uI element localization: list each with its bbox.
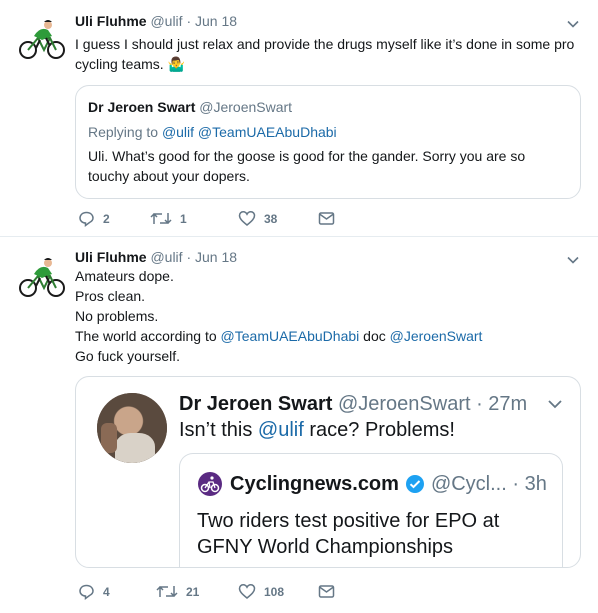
tweet-1[interactable]: Uli Fluhme @ulif · Jun 18 I guess I shou… [0,0,598,236]
tweet-text-line: The world according to @TeamUAEAbuDhabi … [75,326,575,346]
nested-author-name: Cyclingnews.com [230,473,399,495]
author-name[interactable]: Uli Fluhme [75,249,147,265]
author-name[interactable]: Uli Fluhme [75,13,147,29]
dm-icon [318,212,335,225]
quote-text-line: Uli. What’s good for the goose is good f… [88,148,526,164]
dm-button[interactable] [318,210,335,227]
like-count: 38 [264,211,278,226]
cyclingnews-logo[interactable] [197,471,223,497]
quote-author-name: Dr Jeroen Swart [179,393,333,415]
text-fragment: The world according to [75,328,221,344]
author-handle-time[interactable]: @ulif · Jun 18 [150,249,237,265]
retweet-button[interactable]: 21 [156,583,199,600]
quote-header: Dr Jeroen Swart @JeroenSwart [88,98,292,116]
like-button[interactable]: 108 [238,583,284,600]
nested-author-meta: @Cycl... · 3h [430,473,547,495]
mention-link[interactable]: @JeroenSwart [390,328,483,344]
retweet-icon [156,585,178,598]
tweet-actions: 4 21 108 [78,583,348,603]
tweet-header: Uli Fluhme @ulif · Jun 18 [75,12,237,30]
tweet-2[interactable]: Uli Fluhme @ulif · Jun 18 Amateurs dope.… [0,237,598,613]
tweet-text: I guess I should just relax and provide … [75,34,585,74]
verified-badge-icon [405,475,424,493]
mention-link[interactable]: @ulif [258,419,304,441]
chevron-down-icon[interactable] [566,17,580,31]
tweet-text-line: Pros clean. [75,288,146,304]
quote-author-name: Dr Jeroen Swart [88,99,196,115]
replying-to-handles[interactable]: @ulif @TeamUAEAbuDhabi [162,124,337,140]
retweet-count: 21 [186,584,200,599]
retweet-button[interactable]: 1 [150,210,187,227]
like-icon [238,211,256,226]
text-fragment: race? Problems! [303,419,455,441]
quote-author-handle: @JeroenSwart [199,99,293,115]
text-fragment: doc [359,328,390,344]
quoted-tweet[interactable]: Dr Jeroen Swart @JeroenSwart Replying to… [75,85,581,199]
quote-text-line: touchy about your dopers. [88,168,250,184]
reply-count: 4 [103,584,110,599]
text-fragment: Isn’t this [179,419,258,441]
tweet-header: Uli Fluhme @ulif · Jun 18 [75,248,237,266]
nested-header: Cyclingnews.com @Cycl... · 3h [230,472,547,496]
quote-text: Isn’t this @ulif race? Problems! [179,417,455,443]
cyclist-avatar[interactable] [18,14,66,62]
quote-header: Dr Jeroen Swart @JeroenSwart · 27m [179,391,527,417]
quote-author-meta: @JeroenSwart · 27m [337,393,528,415]
reply-icon [79,584,94,600]
dm-button[interactable] [318,583,335,600]
nested-text: Two riders test positive for EPO at GFNY… [197,508,499,560]
retweet-icon [150,212,172,225]
cyclist-avatar[interactable] [18,252,66,300]
reply-button[interactable]: 2 [78,210,110,227]
like-count: 108 [264,584,285,599]
reply-icon [79,211,94,227]
replying-to: Replying to @ulif @TeamUAEAbuDhabi [88,123,337,141]
nested-text-line: Two riders test positive for EPO at [197,510,500,532]
chevron-down-icon[interactable] [546,395,564,413]
dm-icon [318,585,335,598]
nested-text-line: GFNY World Championships [197,536,454,558]
mention-link[interactable]: @TeamUAEAbuDhabi [221,328,360,344]
tweet-text-line: I guess I should just relax and provide … [75,36,575,52]
replying-label: Replying to [88,124,159,140]
tweet-text-line: cycling teams. 🤷‍♂️ [75,56,186,72]
quoted-tweet[interactable]: Dr Jeroen Swart @JeroenSwart · 27m Isn’t… [75,376,581,568]
like-icon [238,584,256,599]
quote-text: Uli. What’s good for the goose is good f… [88,146,568,186]
tweet-text: Amateurs dope. Pros clean. No problems. … [75,266,575,366]
tweet-text-line: Go fuck yourself. [75,348,181,364]
reply-button[interactable]: 4 [78,583,110,600]
tweet-actions: 2 1 38 [78,210,348,230]
chevron-down-icon[interactable] [566,253,580,267]
quote-author-avatar[interactable] [97,393,167,463]
tweet-text-line: Amateurs dope. [75,268,174,284]
retweet-count: 1 [180,211,187,226]
like-button[interactable]: 38 [238,210,277,227]
author-handle-time[interactable]: @ulif · Jun 18 [150,13,237,29]
tweet-text-line: No problems. [75,308,159,324]
nested-quoted-tweet[interactable]: Cyclingnews.com @Cycl... · 3h Two riders… [179,453,563,567]
reply-count: 2 [103,211,110,226]
